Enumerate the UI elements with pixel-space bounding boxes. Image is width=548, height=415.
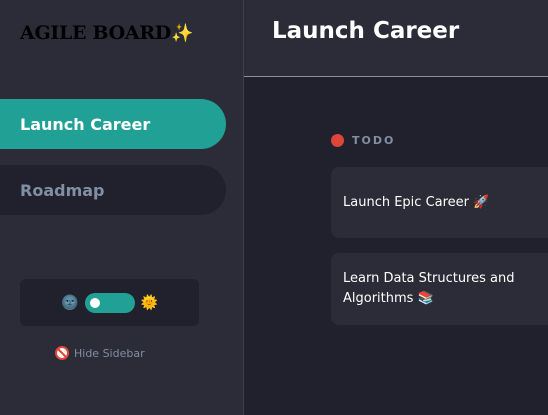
sidebar-item-roadmap[interactable]: Roadmap	[0, 165, 226, 215]
sidebar-item-launch-career[interactable]: Launch Career	[0, 99, 226, 149]
hide-sidebar-label: Hide Sidebar	[74, 346, 145, 360]
theme-toggle-panel: 🌚 🌞	[20, 279, 199, 326]
task-card[interactable]: Learn Data Structures and Algorithms 📚	[331, 253, 548, 325]
moon-icon: 🌚	[61, 294, 79, 311]
task-title: Learn Data Structures and Algorithms 📚	[343, 271, 515, 306]
theme-switch[interactable]	[84, 292, 135, 313]
task-card[interactable]: Launch Epic Career 🚀	[331, 167, 548, 238]
sidebar-item-label: Launch Career	[20, 114, 151, 134]
hide-sidebar-button[interactable]: Hide Sidebar	[55, 346, 145, 360]
app: AGILE BOARD✨ Launch Career Roadmap 🌚 🌞 H…	[0, 0, 548, 415]
column-title: TODO	[352, 133, 396, 147]
column-header: TODO	[331, 132, 548, 148]
sidebar: AGILE BOARD✨ Launch Career Roadmap 🌚 🌞 H…	[0, 0, 244, 415]
task-title: Launch Epic Career 🚀	[343, 194, 490, 210]
status-dot-icon	[331, 133, 344, 147]
sidebar-item-label: Roadmap	[20, 180, 105, 200]
sun-icon: 🌞	[140, 294, 158, 311]
prohibited-icon	[55, 346, 69, 360]
header: Launch Career	[244, 0, 548, 77]
column-todo: TODO Launch Epic Career 🚀 Learn Data Str…	[331, 132, 548, 325]
logo-text: AGILE BOARD	[20, 22, 171, 44]
switch-knob	[89, 297, 100, 308]
sparkle-icon: ✨	[170, 23, 194, 44]
app-logo: AGILE BOARD✨	[20, 22, 193, 44]
page-title: Launch Career	[272, 18, 460, 44]
